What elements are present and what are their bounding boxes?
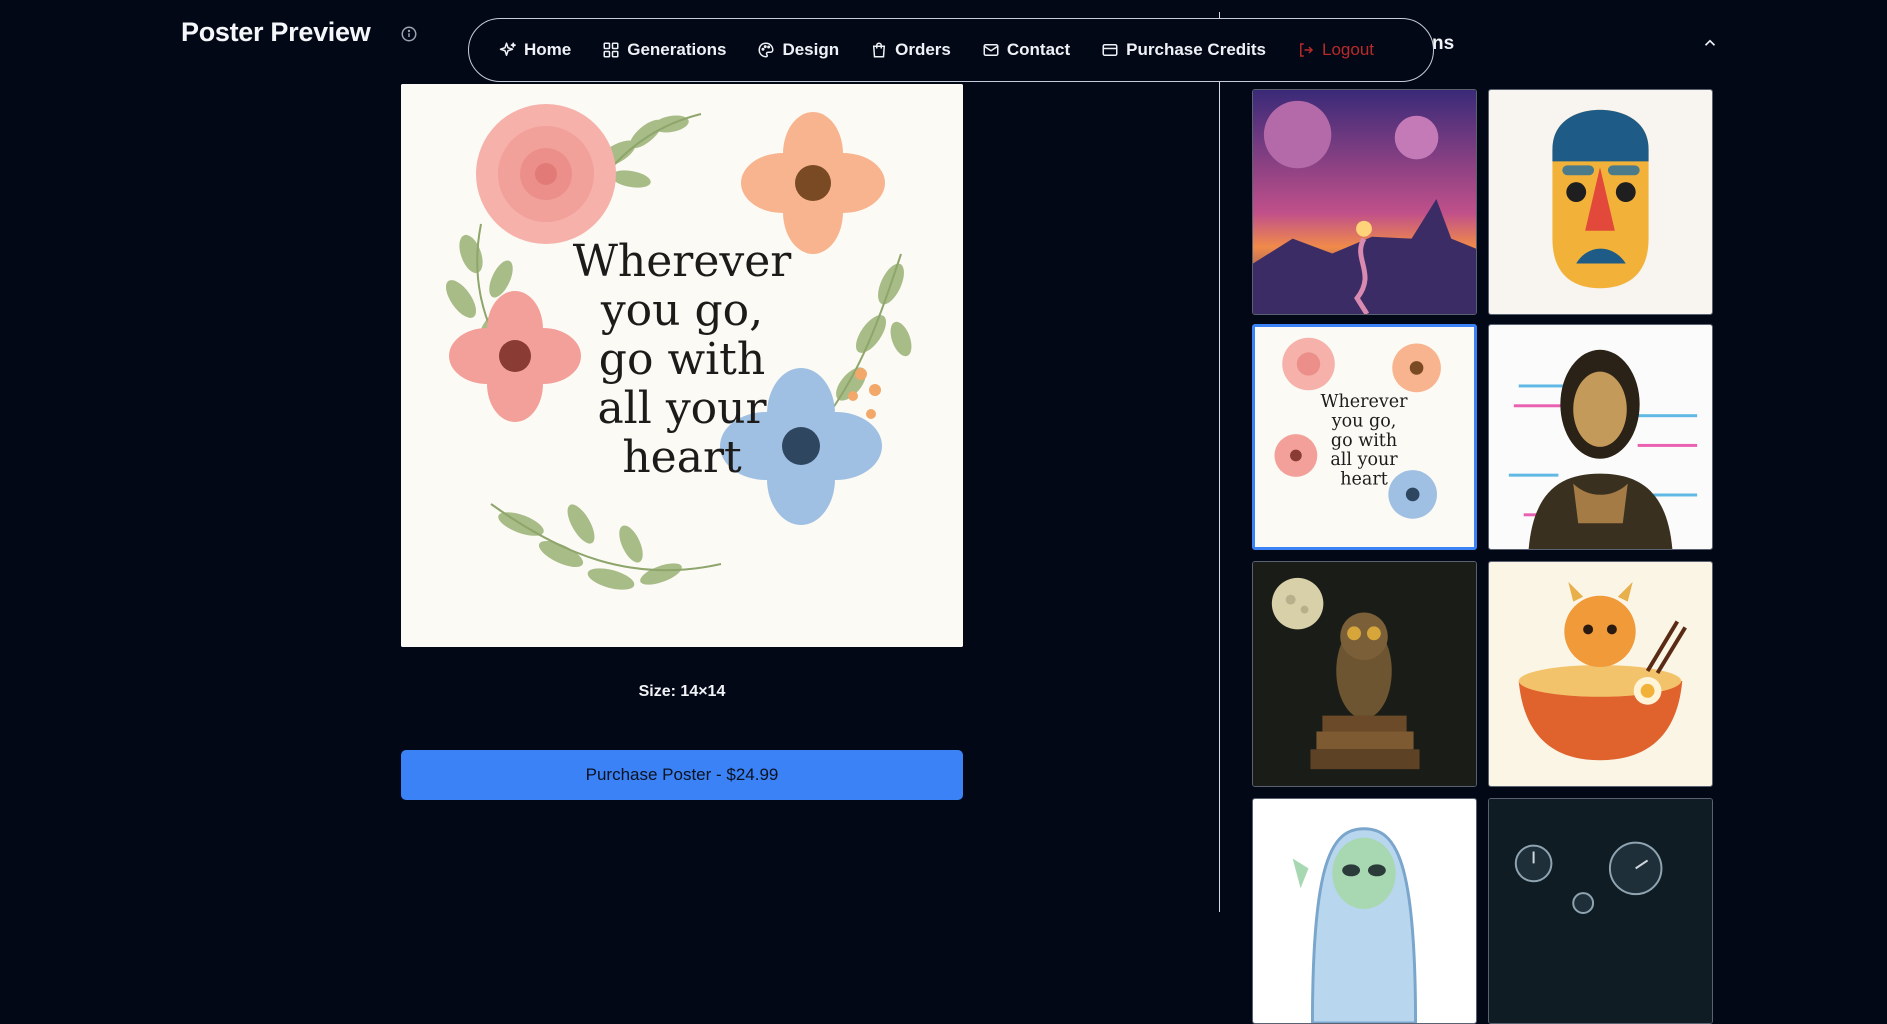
generation-thumbnail[interactable] — [1252, 561, 1477, 787]
shopping-bag-icon — [873, 42, 886, 58]
poster-quote-line: you go, — [600, 285, 763, 336]
page-title: Poster Preview — [181, 17, 371, 47]
chevron-up-icon[interactable] — [1701, 34, 1719, 52]
thumb-quote-line: Wherever — [1321, 392, 1409, 412]
nav-design[interactable]: Design — [757, 40, 839, 60]
nav-logout-label: Logout — [1322, 40, 1374, 59]
info-icon[interactable] — [400, 25, 418, 43]
palette-icon — [758, 42, 774, 58]
credit-card-icon — [1102, 44, 1118, 56]
generation-thumbnail[interactable] — [1252, 89, 1477, 315]
generation-thumbnail[interactable] — [1488, 798, 1713, 1024]
main-navbar: Home Generations Design Orders Contact P… — [468, 18, 1434, 82]
thumb-quote-line: you go, — [1331, 411, 1397, 431]
thumb-quote-line: heart — [1340, 470, 1388, 490]
grid-icon — [603, 42, 619, 58]
poster-quote-line: Wherever — [573, 236, 793, 287]
generation-thumbnail[interactable] — [1488, 89, 1713, 315]
nav-home-label: Home — [524, 40, 572, 59]
nav-purchase-credits-label: Purchase Credits — [1126, 40, 1266, 59]
generation-thumbnail[interactable] — [1252, 798, 1477, 1024]
thumb-quote-line: all your — [1330, 450, 1398, 470]
generations-panel-title: ns — [1432, 33, 1455, 54]
nav-design-label: Design — [782, 40, 840, 59]
poster-quote-line: heart — [622, 432, 742, 483]
poster-quote-line: go with — [599, 334, 765, 385]
sparkle-icon — [499, 42, 516, 56]
panel-divider — [1219, 12, 1220, 912]
nav-generations-label: Generations — [627, 40, 727, 59]
nav-contact-label: Contact — [1006, 40, 1071, 59]
nav-contact[interactable]: Contact — [982, 40, 1070, 60]
thumb-quote-line: go with — [1331, 431, 1397, 451]
nav-generations[interactable]: Generations — [602, 40, 726, 60]
nav-purchase-credits[interactable]: Purchase Credits — [1101, 40, 1266, 60]
mail-icon — [983, 44, 999, 56]
nav-orders[interactable]: Orders — [870, 40, 951, 60]
generation-thumbnail[interactable] — [1488, 561, 1713, 787]
poster-quote-line: all your — [597, 383, 767, 434]
nav-orders-label: Orders — [895, 40, 951, 59]
purchase-poster-button[interactable]: Purchase Poster - $24.99 — [401, 750, 963, 800]
generation-thumbnail[interactable] — [1488, 324, 1713, 550]
nav-logout[interactable]: Logout — [1297, 40, 1374, 60]
poster-preview-image: Wherever you go, go with all your heart — [401, 84, 963, 647]
poster-size-label: Size: 14×14 — [638, 683, 726, 700]
generation-thumbnail-selected[interactable]: Wherever you go, go with all your heart — [1252, 324, 1477, 550]
logout-icon — [1300, 43, 1314, 57]
nav-home[interactable]: Home — [499, 40, 571, 60]
